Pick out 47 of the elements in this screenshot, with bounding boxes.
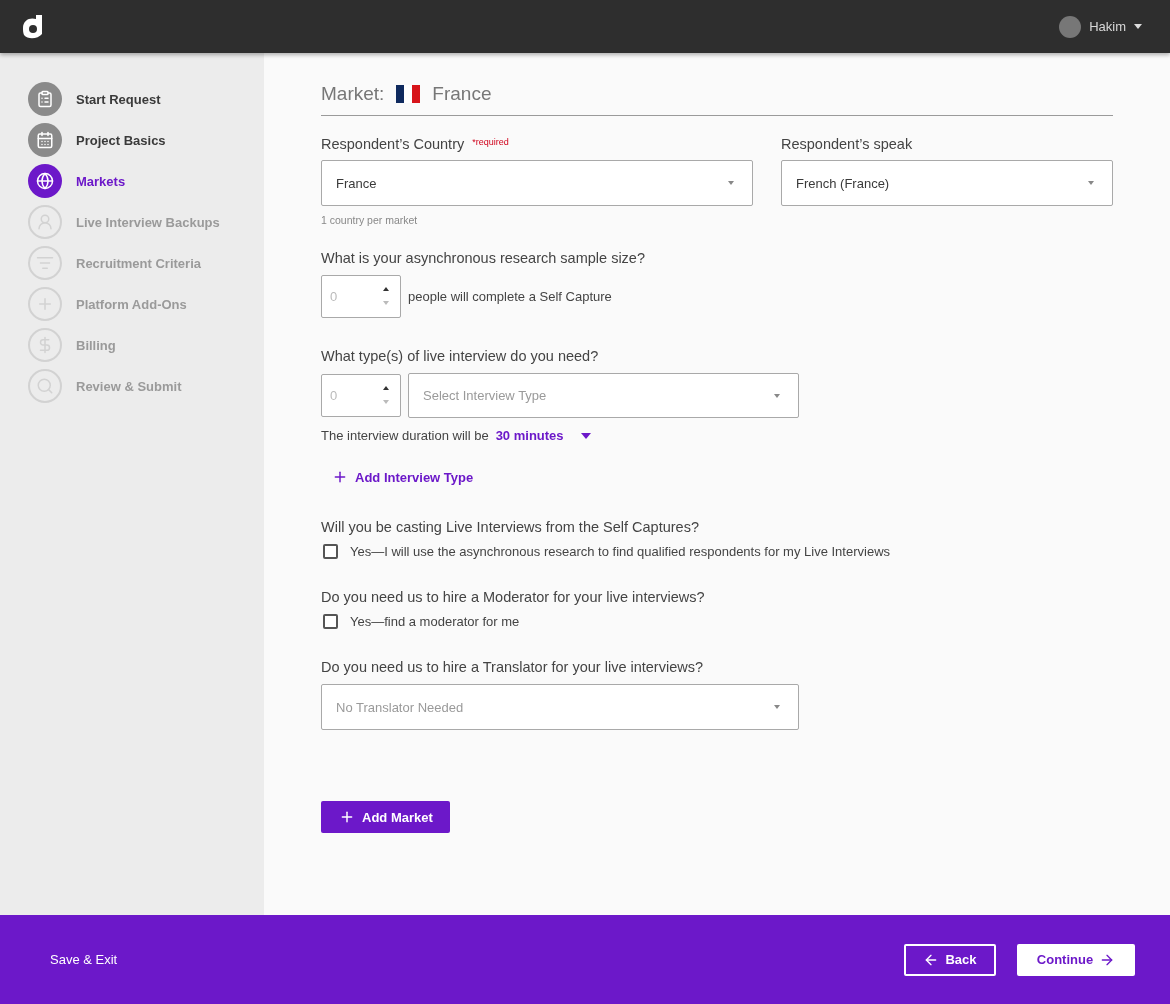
add-interview-type-link[interactable]: Add Interview Type	[332, 469, 474, 485]
user-menu[interactable]: Hakim	[1059, 15, 1142, 38]
number-field[interactable]: 0	[321, 374, 401, 417]
question: What is your asynchronous research sample size?	[321, 250, 646, 266]
flag-icon	[396, 85, 421, 103]
market-label: Market:	[321, 83, 385, 105]
plus-icon	[339, 809, 355, 825]
step-label[interactable]: Start Request	[76, 91, 161, 107]
caret-icon	[1088, 181, 1094, 185]
step-label[interactable]: Project Basics	[76, 132, 166, 148]
question: Do you need us to hire a Moderator for your live interviews?	[321, 589, 706, 605]
question: What type(s) of live interview do you need?	[321, 348, 600, 364]
plus-icon	[332, 469, 348, 485]
caret-icon	[774, 393, 780, 398]
number-field[interactable]: 0	[321, 275, 401, 318]
continue-button[interactable]: Continue	[1017, 943, 1135, 976]
checkbox[interactable]	[323, 544, 338, 559]
back-button[interactable]: Back	[904, 943, 996, 976]
avatar	[1059, 15, 1082, 38]
question: Do you need us to hire a Translator for your live interviews?	[321, 659, 705, 675]
stepper-arrows-icon[interactable]	[383, 384, 389, 406]
field-label: Respondent’s Country	[321, 136, 465, 152]
field-hint: 1 country per market	[321, 214, 419, 226]
question: Will you be casting Live Interviews from the Self Captures?	[321, 519, 700, 535]
checkbox-label: Yes—find a moderator for me	[350, 614, 520, 629]
duration-label: The interview duration will be	[321, 428, 489, 443]
caret-icon	[774, 705, 780, 709]
country-select[interactable]: France	[321, 160, 753, 206]
save-exit-link[interactable]: Save & Exit	[50, 952, 118, 967]
field-label: Respondent’s speak	[781, 136, 913, 152]
language-select[interactable]: French (France)	[781, 160, 1113, 206]
caret-icon[interactable]	[580, 432, 591, 439]
market-country: France	[432, 83, 492, 105]
step-icon[interactable]	[28, 82, 62, 116]
caret-icon	[728, 181, 734, 185]
caret-icon	[1134, 24, 1142, 29]
step-label[interactable]: Markets	[76, 173, 126, 189]
add-market-button[interactable]: Add Market	[321, 801, 450, 833]
checkbox[interactable]	[323, 614, 338, 629]
step-icon[interactable]	[28, 123, 62, 157]
duration-dropdown[interactable]: 30 minutes	[495, 428, 564, 443]
checkbox-label: Yes—I will use the asynchronous research to find qualified respondents for my Live Interviews	[350, 544, 891, 559]
required-note: *required	[472, 137, 509, 147]
user-name: Hakim	[1089, 19, 1126, 34]
stepper-arrows-icon[interactable]	[383, 285, 389, 307]
field-suffix: people will complete a Self Capture	[408, 289, 612, 304]
step-icon[interactable]	[28, 164, 62, 198]
